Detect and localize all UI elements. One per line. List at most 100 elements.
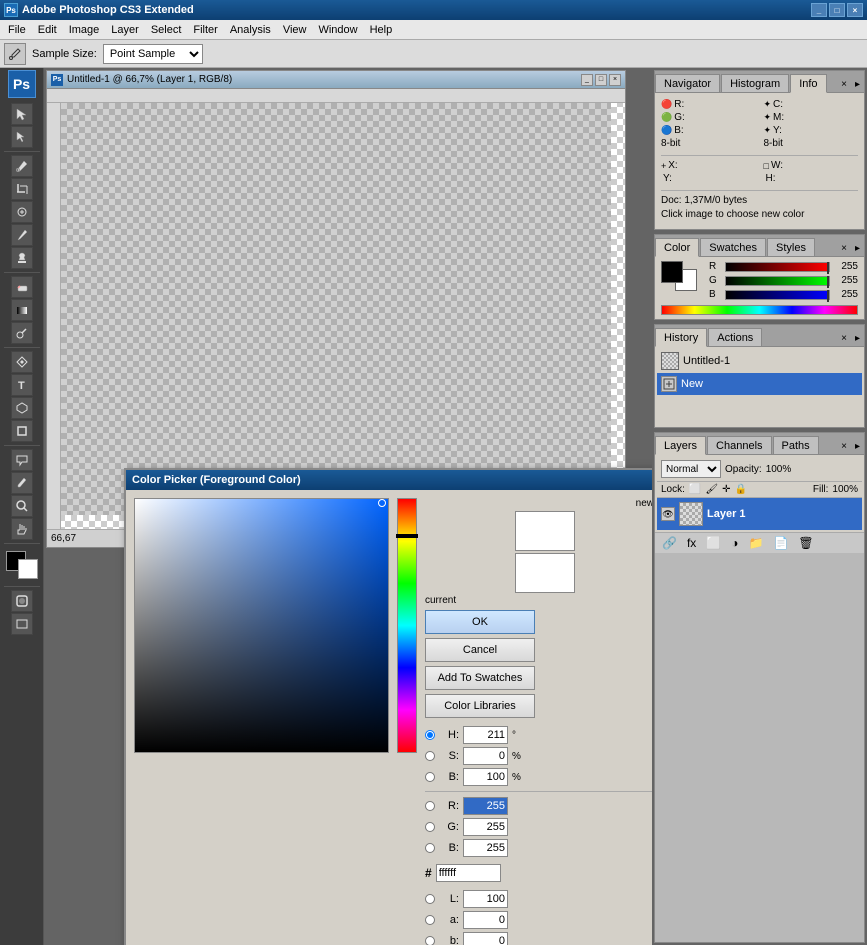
cp-b2-radio[interactable] xyxy=(425,843,435,853)
menu-window[interactable]: Window xyxy=(312,22,363,38)
tool-stamp[interactable] xyxy=(11,247,33,269)
tab-layers[interactable]: Layers xyxy=(655,436,706,455)
doc-close[interactable]: × xyxy=(609,74,621,86)
menu-filter[interactable]: Filter xyxy=(187,22,223,38)
cp-hex-input[interactable] xyxy=(436,864,501,882)
tool-pen[interactable] xyxy=(11,351,33,373)
cp-h-input[interactable] xyxy=(463,726,508,744)
layer-visibility-btn[interactable]: 👁 xyxy=(661,507,675,521)
tool-eyedropper2[interactable] xyxy=(11,472,33,494)
tool-eraser[interactable] xyxy=(11,276,33,298)
cp-a-input[interactable] xyxy=(463,911,508,929)
cp-b-input[interactable] xyxy=(463,768,508,786)
new-group-btn[interactable]: 📁 xyxy=(746,536,767,550)
eyedropper-tool-btn[interactable] xyxy=(4,43,26,65)
tool-annotations[interactable] xyxy=(11,449,33,471)
color-panel-close[interactable]: × xyxy=(837,241,851,256)
menu-view[interactable]: View xyxy=(277,22,313,38)
cp-b3-input[interactable] xyxy=(463,932,508,945)
tool-hand[interactable] xyxy=(11,518,33,540)
tab-swatches[interactable]: Swatches xyxy=(700,238,766,256)
cp-b3-radio[interactable] xyxy=(425,936,435,945)
lock-position-icon[interactable]: ✛ xyxy=(722,484,730,495)
tool-dodge[interactable] xyxy=(11,322,33,344)
link-layers-btn[interactable]: 🔗 xyxy=(659,536,680,550)
cp-s-input[interactable] xyxy=(463,747,508,765)
tab-paths[interactable]: Paths xyxy=(773,436,819,454)
tool-path-select[interactable] xyxy=(11,397,33,419)
cp-l-radio[interactable] xyxy=(425,894,435,904)
sample-size-select[interactable]: Point Sample 3 by 3 Average 5 by 5 Avera… xyxy=(103,44,203,64)
menu-help[interactable]: Help xyxy=(364,22,399,38)
tab-actions[interactable]: Actions xyxy=(708,328,762,346)
background-color[interactable] xyxy=(18,559,38,579)
tool-selection[interactable] xyxy=(11,103,33,125)
tool-direct-select[interactable] xyxy=(11,126,33,148)
layer-style-btn[interactable]: fx xyxy=(684,536,699,550)
tool-eyedropper[interactable] xyxy=(11,155,33,177)
color-spectrum[interactable] xyxy=(661,305,858,315)
tool-brush[interactable] xyxy=(11,224,33,246)
b-slider-track[interactable] xyxy=(725,290,830,300)
color-panel-menu[interactable]: ▸ xyxy=(851,241,864,256)
tool-zoom[interactable] xyxy=(11,495,33,517)
fg-bg-colors[interactable] xyxy=(6,551,38,579)
fg-color-box[interactable] xyxy=(661,261,683,283)
layers-panel-menu[interactable]: ▸ xyxy=(851,439,864,454)
r-slider-track[interactable] xyxy=(725,262,830,272)
cp-color-libraries-btn[interactable]: Color Libraries xyxy=(425,694,535,718)
history-item-new[interactable]: New xyxy=(657,373,862,395)
tool-gradient[interactable] xyxy=(11,299,33,321)
cp-cancel-btn[interactable]: Cancel xyxy=(425,638,535,662)
cp-hue-bar[interactable] xyxy=(397,498,417,753)
menu-select[interactable]: Select xyxy=(145,22,188,38)
tab-color[interactable]: Color xyxy=(655,238,699,257)
tool-text[interactable]: T xyxy=(11,374,33,396)
tab-styles[interactable]: Styles xyxy=(767,238,815,256)
canvas-content[interactable] xyxy=(47,89,625,529)
cp-g-input[interactable] xyxy=(463,818,508,836)
menu-image[interactable]: Image xyxy=(63,22,106,38)
cp-s-radio[interactable] xyxy=(425,751,435,761)
menu-file[interactable]: File xyxy=(2,22,32,38)
doc-minimize[interactable]: _ xyxy=(581,74,593,86)
layer-mask-btn[interactable]: ⬜ xyxy=(703,536,724,550)
tool-quickmask[interactable] xyxy=(11,590,33,612)
adjustment-layer-btn[interactable]: ◑ xyxy=(728,536,741,550)
tab-histogram[interactable]: Histogram xyxy=(721,74,789,92)
cp-gradient-box[interactable] xyxy=(134,498,389,753)
close-btn[interactable]: × xyxy=(847,3,863,17)
canvas-inner[interactable] xyxy=(61,103,611,515)
menu-layer[interactable]: Layer xyxy=(105,22,145,38)
doc-maximize[interactable]: □ xyxy=(595,74,607,86)
cp-new-color[interactable] xyxy=(515,511,575,551)
history-panel-menu[interactable]: ▸ xyxy=(851,331,864,346)
cp-add-to-swatches-btn[interactable]: Add To Swatches xyxy=(425,666,535,690)
cp-r-radio[interactable] xyxy=(425,801,435,811)
delete-layer-btn[interactable]: 🗑 xyxy=(795,536,816,550)
minimize-btn[interactable]: _ xyxy=(811,3,827,17)
tab-navigator[interactable]: Navigator xyxy=(655,74,720,92)
cp-b-radio[interactable] xyxy=(425,772,435,782)
cp-g-radio[interactable] xyxy=(425,822,435,832)
blend-mode-select[interactable]: Normal xyxy=(661,460,721,478)
g-slider-track[interactable] xyxy=(725,276,830,286)
maximize-btn[interactable]: □ xyxy=(829,3,845,17)
tool-shape[interactable] xyxy=(11,420,33,442)
layers-panel-close[interactable]: × xyxy=(837,439,851,454)
tool-screen-mode[interactable] xyxy=(11,613,33,635)
cp-ok-btn[interactable]: OK xyxy=(425,610,535,634)
cp-a-radio[interactable] xyxy=(425,915,435,925)
lock-image-icon[interactable]: 🖌 xyxy=(705,484,718,495)
menu-analysis[interactable]: Analysis xyxy=(224,22,277,38)
cp-l-input[interactable] xyxy=(463,890,508,908)
tab-history[interactable]: History xyxy=(655,328,707,347)
tool-spot-heal[interactable] xyxy=(11,201,33,223)
new-layer-btn[interactable]: 📄 xyxy=(770,536,791,550)
tool-crop[interactable] xyxy=(11,178,33,200)
cp-b2-input[interactable] xyxy=(463,839,508,857)
history-item-doc[interactable]: Untitled-1 xyxy=(657,349,862,373)
tab-info[interactable]: Info xyxy=(790,74,826,93)
info-panel-close[interactable]: × xyxy=(837,77,851,92)
cp-current-color[interactable] xyxy=(515,553,575,593)
